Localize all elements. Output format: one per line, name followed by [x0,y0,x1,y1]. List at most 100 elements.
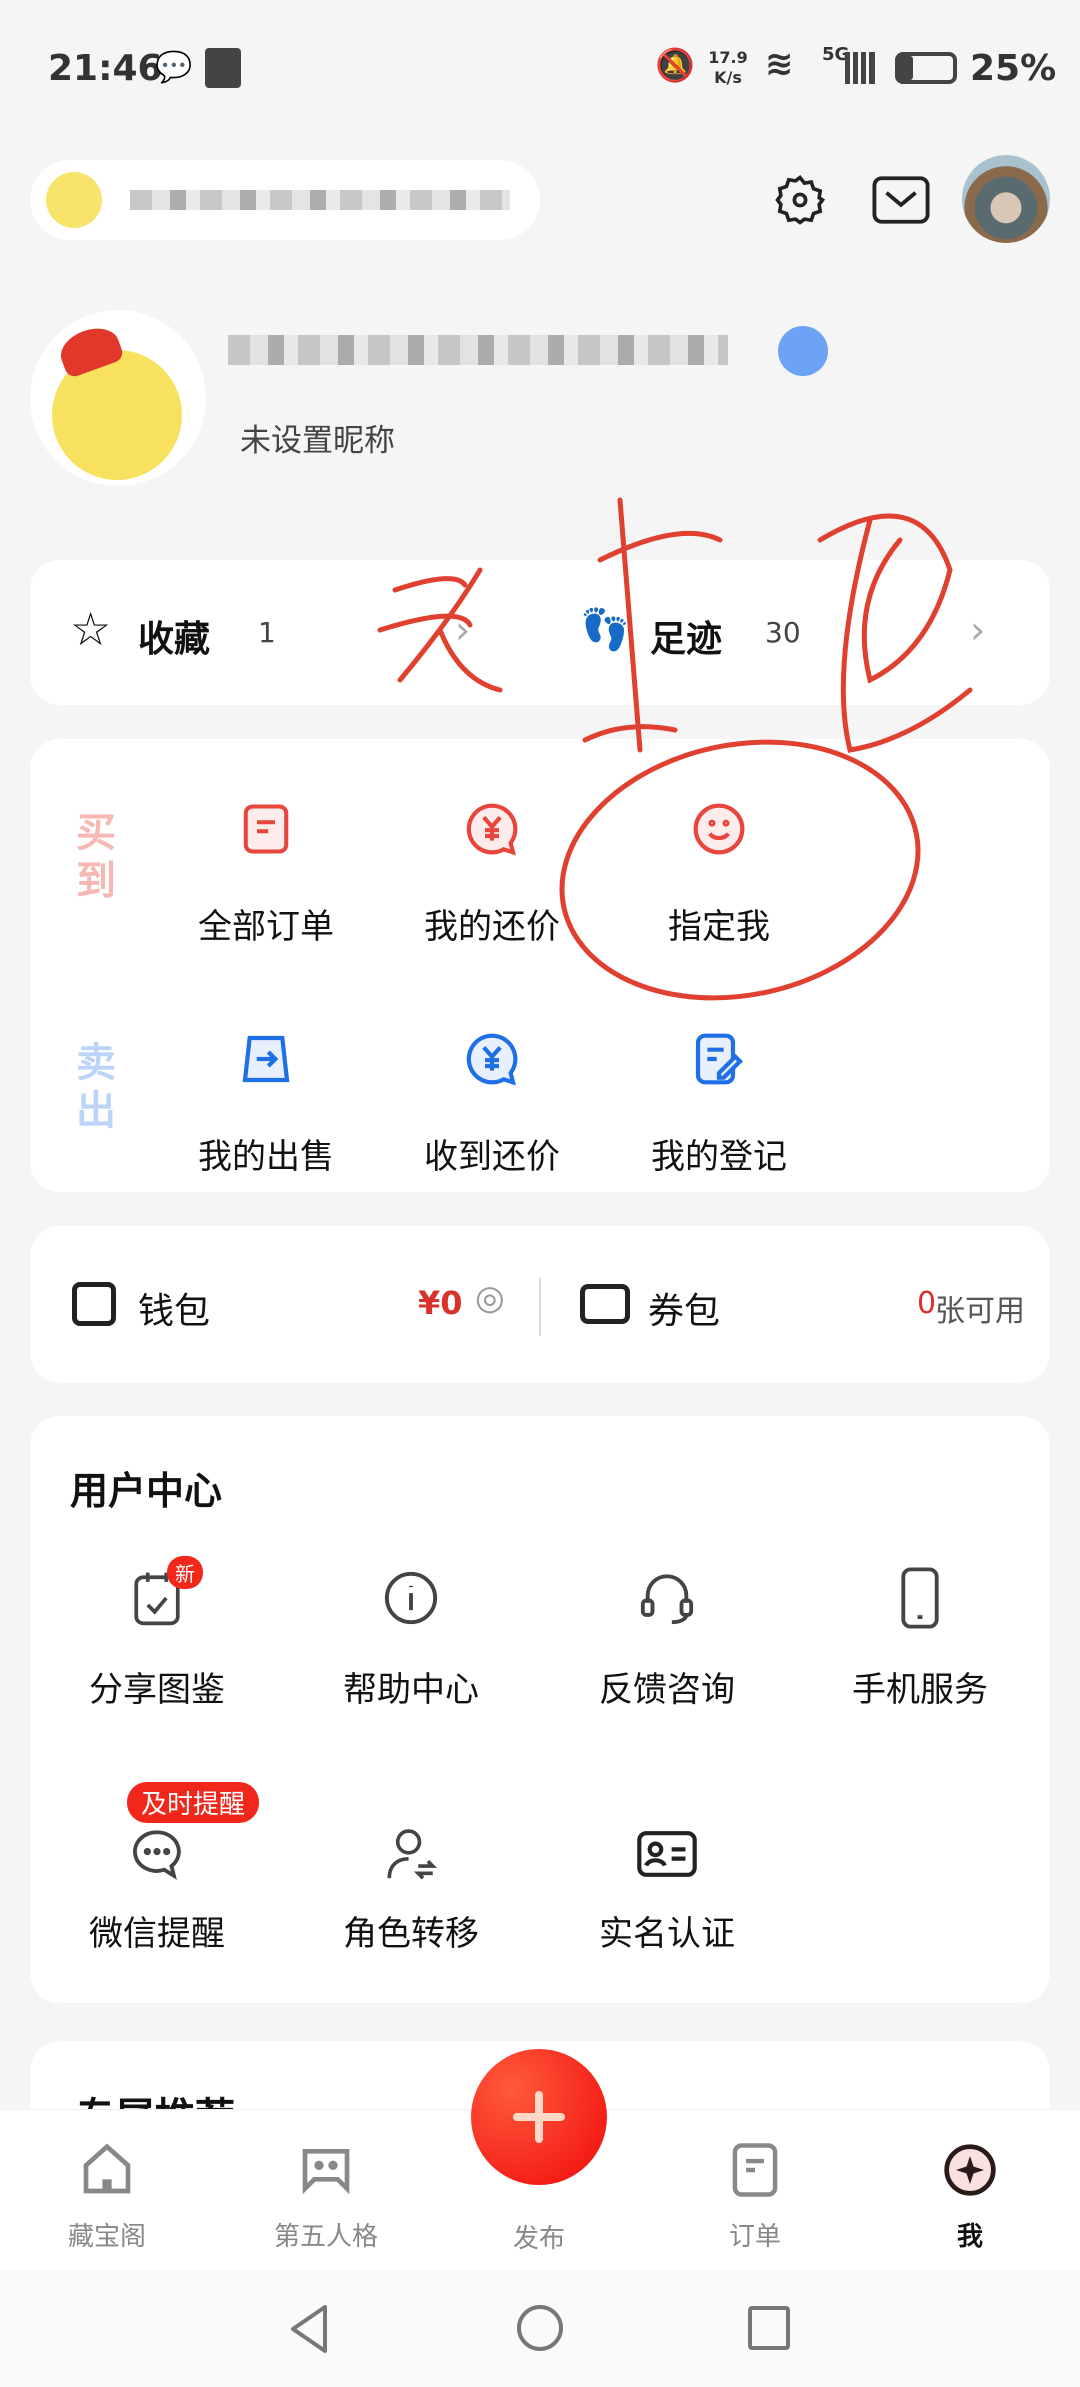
phone-service-button[interactable]: 手机服务 [850,1556,990,1710]
game-role-avatar[interactable] [962,155,1050,243]
recents-icon[interactable] [748,2306,790,2350]
copy-badge-icon[interactable] [778,326,828,376]
help-center-label: 帮助中心 [343,1670,479,1710]
wechat-reminder-button[interactable]: 及时提醒 微信提醒 [87,1772,287,1954]
net-speed: 17.9 K/s [708,48,748,87]
wechat-reminder-label: 微信提醒 [89,1914,225,1954]
favorites-count: 1 [258,616,276,649]
signal-icon [845,52,875,84]
coupon-suffix: 张可用 [935,1294,1025,1329]
chevron-right-icon: › [970,608,986,652]
clock: 21:46 [48,48,163,89]
all-orders-button[interactable]: 全部订单 [198,789,334,959]
my-counteroffers-label: 我的还价 [424,907,560,947]
new-badge: 新 [167,1556,203,1589]
tab-publish-label: 发布 [512,2224,566,2254]
wallet-button[interactable]: 钱包 ¥0 ◎ [30,1226,540,1383]
received-counteroffers-button[interactable]: 收到还价 [424,1019,560,1189]
help-center-button[interactable]: 帮助中心 [341,1556,481,1710]
headset-icon [637,1566,697,1630]
phone-icon [890,1566,950,1630]
feedback-label: 反馈咨询 [599,1670,735,1710]
wallet-label: 钱包 [138,1291,211,1332]
mute-icon: 🔕 [655,46,695,84]
tab-identity-v[interactable]: 第五人格 [266,2130,386,2252]
wallet-card: 钱包 ¥0 ◎ 券包 0 张可用 [30,1226,1050,1383]
tab-me[interactable]: 我 [910,2130,1030,2252]
smile-icon [689,799,749,859]
game-icon [296,2140,356,2200]
favorites-label: 收藏 [138,619,211,660]
tab-label: 我 [956,2222,984,2252]
tab-treasure-pavilion[interactable]: 藏宝阁 [47,2130,167,2252]
sell-section-tag: 卖出 [76,1040,116,1134]
user-center-card: 用户中心 新 分享图鉴 帮助中心 反馈咨询 手机服务 及时提醒 微信提醒 角色转… [30,1416,1050,2003]
nickname-hint[interactable]: 未设置昵称 [240,415,395,460]
wifi-icon: ≋ [765,44,794,84]
yen-bubble-icon [462,1029,522,1089]
real-name-auth-label: 实名认证 [599,1914,735,1954]
message-mail-icon[interactable] [870,170,932,230]
coupon-label: 券包 [648,1291,721,1332]
footprint-icon: 👣 [580,607,630,653]
quick-links-card: ☆ 收藏 1 › 👣 足迹 30 › [30,560,1050,705]
orders-card: 买到 卖出 全部订单 我的还价 指定我 我的出售 收到还价 我的登记 [30,739,1050,1192]
history-link[interactable]: 👣 足迹 30 › [550,560,1050,705]
role-transfer-button[interactable]: 角色转移 [341,1772,481,1954]
user-center-title: 用户中心 [70,1469,223,1513]
order-doc-icon [725,2140,785,2200]
info-icon [381,1566,441,1630]
buy-section-tag: 买到 [76,810,116,904]
tab-label: 藏宝阁 [67,2222,147,2252]
publish-button[interactable] [471,2049,607,2185]
star-icon: ☆ [70,602,112,656]
my-sales-label: 我的出售 [198,1137,334,1177]
me-coin-icon [940,2140,1000,2200]
chevron-right-icon: › [455,608,471,652]
my-sales-button[interactable]: 我的出售 [198,1019,334,1189]
history-label: 足迹 [650,619,723,660]
settings-gear-icon[interactable] [770,170,830,230]
wallet-icon [72,1282,116,1326]
coupon-button[interactable]: 券包 0 张可用 [550,1226,1050,1383]
user-transfer-icon [381,1822,441,1886]
home-icon [77,2140,137,2200]
role-transfer-label: 角色转移 [343,1914,479,1954]
wallet-balance: ¥0 [418,1284,463,1322]
share-collection-button[interactable]: 新 分享图鉴 [87,1556,227,1710]
timely-reminder-badge: 及时提醒 [127,1782,260,1823]
user-id-redacted [228,335,728,365]
register-icon [689,1029,749,1089]
received-counteroffers-label: 收到还价 [424,1137,560,1177]
assigned-to-me-label: 指定我 [668,907,770,947]
red-packet-icon [205,48,241,88]
account-name-redacted [130,190,510,210]
wechat-icon: 💬 [155,50,193,85]
all-orders-label: 全部订单 [198,907,334,947]
share-collection-label: 分享图鉴 [89,1670,225,1710]
history-count: 30 [765,616,801,649]
account-avatar [46,172,102,228]
battery-percent: 25% [970,48,1057,89]
home-nav-icon[interactable] [517,2305,563,2351]
id-card-icon [637,1822,697,1886]
my-registrations-label: 我的登记 [651,1137,787,1177]
status-bar: 21:46 💬 🔕 17.9 K/s ≋ 5G 25% [0,40,1080,100]
my-registrations-button[interactable]: 我的登记 [651,1019,787,1189]
tab-orders[interactable]: 订单 [695,2130,815,2252]
yen-bubble-icon [462,799,522,859]
favorites-link[interactable]: ☆ 收藏 1 › [30,560,540,705]
order-icon [236,799,296,859]
tab-label: 订单 [728,2222,782,2252]
divider [539,1278,541,1336]
eye-icon[interactable]: ◎ [475,1278,505,1318]
user-avatar[interactable] [30,310,206,486]
account-switcher[interactable] [30,160,540,240]
feedback-button[interactable]: 反馈咨询 [597,1556,737,1710]
back-icon[interactable] [285,2302,335,2356]
sell-icon [236,1029,296,1089]
tab-label: 第五人格 [273,2222,379,2252]
my-counteroffers-button[interactable]: 我的还价 [424,789,560,959]
assigned-to-me-button[interactable]: 指定我 [659,789,779,959]
real-name-auth-button[interactable]: 实名认证 [597,1772,737,1954]
